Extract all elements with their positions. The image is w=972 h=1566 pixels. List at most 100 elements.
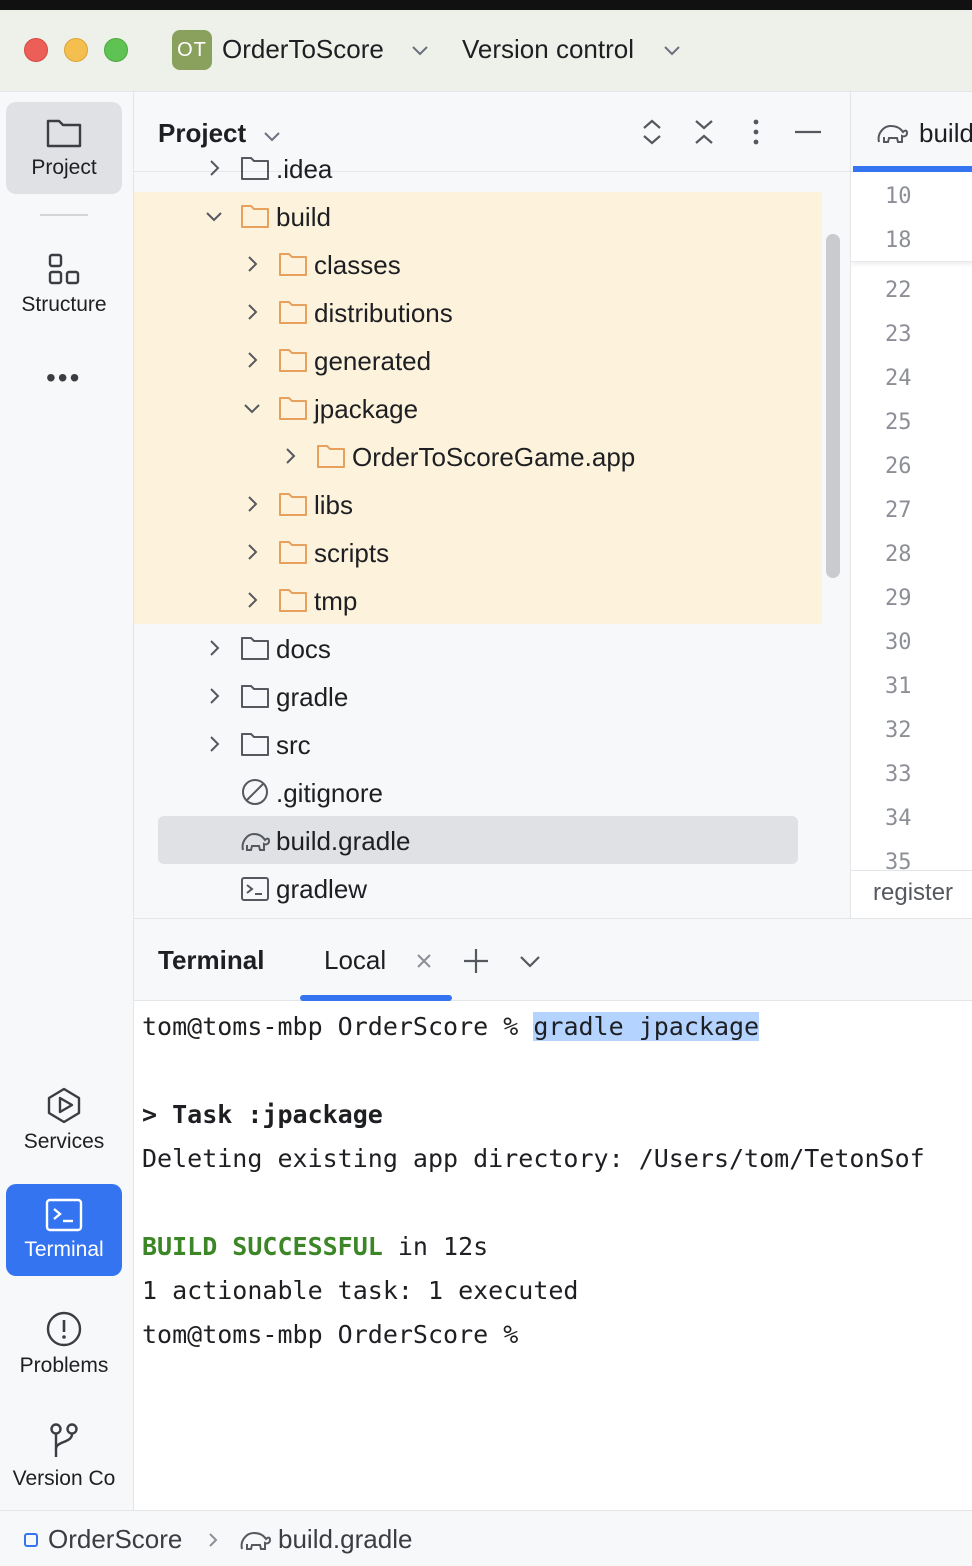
minimize-window-button[interactable] [64, 38, 88, 62]
chevron-right-icon[interactable] [242, 302, 262, 322]
chevron-right-icon[interactable] [204, 734, 224, 754]
line-number: 26 [885, 454, 912, 479]
folder-icon [241, 205, 269, 228]
ignore-file-icon [242, 779, 268, 805]
build-time: in 12s [382, 1232, 489, 1261]
status-bar: OrderScore build.gradle [0, 1510, 972, 1566]
terminal-header: Terminal Local [134, 919, 972, 1001]
line-number: 30 [885, 630, 912, 655]
command: gradle jpackage [533, 1012, 760, 1041]
chevron-right-icon[interactable] [242, 590, 262, 610]
tool-services[interactable]: Services [6, 1074, 122, 1166]
project-switcher[interactable]: OrderToScore [222, 34, 384, 65]
tree-item-distributions[interactable]: distributions [134, 288, 822, 336]
folder-icon [279, 589, 307, 612]
chevron-down-icon[interactable] [242, 398, 262, 418]
tool-label: Project [31, 156, 97, 179]
shell-script-icon [241, 877, 269, 901]
tree-item-gradlew[interactable]: gradlew [134, 864, 850, 912]
tool-structure[interactable]: Structure [6, 238, 122, 330]
editor-breadcrumb[interactable]: register [851, 870, 972, 918]
module-icon [24, 1533, 38, 1547]
zoom-window-button[interactable] [104, 38, 128, 62]
line-number: 18 [885, 228, 912, 253]
chevron-down-icon[interactable] [516, 947, 544, 975]
line-number: 32 [885, 718, 912, 743]
options-icon[interactable] [742, 118, 770, 146]
tree-item-src[interactable]: src [134, 720, 850, 768]
tree-item-scripts[interactable]: scripts [134, 528, 822, 576]
tree-item-docs[interactable]: docs [134, 624, 850, 672]
gradle-elephant-icon [240, 1531, 272, 1550]
tree-item-build-gradle[interactable]: build.gradle [158, 816, 798, 864]
line-number: 29 [885, 586, 912, 611]
terminal-line: tom@toms-mbp OrderScore % [142, 1320, 519, 1349]
breadcrumb-project[interactable]: OrderScore [48, 1524, 182, 1555]
version-control-menu[interactable]: Version control [462, 34, 634, 65]
tree-item-gradle[interactable]: gradle [134, 672, 850, 720]
tool-label: Terminal [24, 1238, 104, 1261]
expand-all-icon[interactable] [638, 118, 666, 146]
folder-icon [279, 493, 307, 516]
folder-icon [241, 157, 269, 180]
tree-item-label: libs [314, 490, 354, 520]
tree-item-tmp[interactable]: tmp [134, 576, 822, 624]
collapse-all-icon[interactable] [690, 118, 718, 146]
terminal-output[interactable]: tom@toms-mbp OrderScore % gradle jpackag… [142, 1005, 972, 1357]
chevron-down-icon[interactable] [410, 40, 430, 60]
folder-icon [279, 349, 307, 372]
tree-item-gitignore[interactable]: .gitignore [134, 768, 850, 816]
chevron-down-icon[interactable] [204, 206, 224, 226]
tree-item-build[interactable]: build [134, 192, 822, 240]
chevron-right-icon[interactable] [204, 686, 224, 706]
editor-tab[interactable]: build [851, 92, 972, 172]
chevron-right-icon[interactable] [242, 350, 262, 370]
tree-item-libs[interactable]: libs [134, 480, 822, 528]
tree-scrollbar[interactable] [826, 234, 840, 578]
breadcrumb-item[interactable]: register [873, 879, 953, 907]
tree-item-idea[interactable]: .idea [134, 144, 850, 192]
hide-panel-icon[interactable] [794, 118, 822, 146]
terminal-line: BUILD SUCCESSFUL in 12s [142, 1225, 972, 1269]
close-window-button[interactable] [24, 38, 48, 62]
line-number: 22 [885, 278, 912, 303]
tool-label: Problems [19, 1354, 109, 1377]
more-tools-icon[interactable]: ••• [46, 362, 81, 394]
tool-version-control[interactable]: Version Co [6, 1410, 122, 1502]
tool-label: Structure [21, 293, 107, 316]
line-number: 23 [885, 322, 912, 347]
chevron-right-icon[interactable] [204, 158, 224, 178]
tool-terminal[interactable]: Terminal [6, 1184, 122, 1276]
chevron-right-icon[interactable] [242, 494, 262, 514]
tab-local[interactable]: Local [324, 945, 386, 976]
tree-item-label: generated [314, 346, 432, 376]
tool-problems[interactable]: Problems [6, 1298, 122, 1390]
chevron-right-icon[interactable] [280, 446, 300, 466]
editor-tab-label: build [919, 118, 972, 148]
tool-label: Version Co [12, 1467, 116, 1490]
folder-icon [279, 301, 307, 324]
chevron-down-icon[interactable] [262, 126, 282, 146]
tree-item-label: distributions [314, 298, 453, 328]
chevron-right-icon[interactable] [242, 542, 262, 562]
project-badge[interactable]: OT [172, 30, 212, 70]
line-number: 28 [885, 542, 912, 567]
tool-project[interactable]: Project [6, 102, 122, 194]
line-number: 33 [885, 762, 912, 787]
tree-item-classes[interactable]: classes [134, 240, 822, 288]
tree-item-jpackage[interactable]: jpackage [134, 384, 822, 432]
close-icon[interactable] [410, 947, 438, 975]
add-tab-icon[interactable] [462, 947, 490, 975]
breadcrumb-file[interactable]: build.gradle [278, 1524, 412, 1555]
chevron-down-icon[interactable] [662, 40, 682, 60]
panel-title: Terminal [158, 945, 265, 975]
prompt: tom@toms-mbp OrderScore % [142, 1012, 534, 1041]
gradle-elephant-icon [241, 832, 270, 851]
terminal-line: 1 actionable task: 1 executed [142, 1276, 579, 1305]
tree-item-generated[interactable]: generated [134, 336, 822, 384]
tree-item-label: scripts [314, 538, 390, 568]
tree-item-label: .gitignore [276, 778, 383, 808]
chevron-right-icon[interactable] [242, 254, 262, 274]
chevron-right-icon[interactable] [204, 638, 224, 658]
tree-item-ordertoscoregame-app[interactable]: OrderToScoreGame.app [134, 432, 822, 480]
